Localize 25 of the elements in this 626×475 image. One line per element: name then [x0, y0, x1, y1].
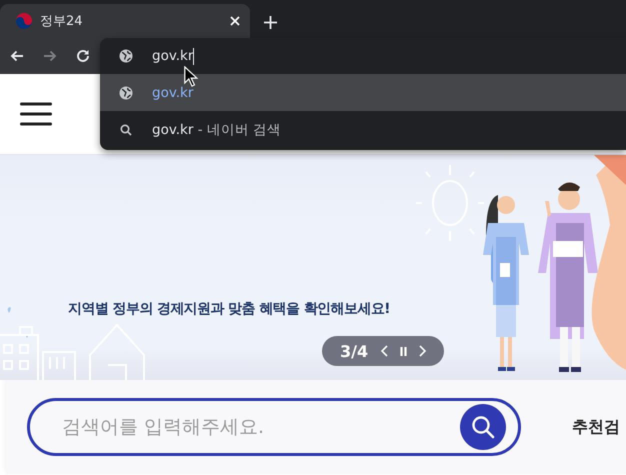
- slide-counter: 3/4: [340, 342, 368, 360]
- globe-icon: [118, 49, 132, 63]
- browser-tab[interactable]: 정부24: [0, 4, 250, 38]
- tab-title: 정부24: [40, 13, 84, 30]
- search-icon: [120, 124, 132, 136]
- search-field[interactable]: 검색어를 입력해주세요.: [27, 398, 521, 456]
- back-arrow-icon[interactable]: [9, 48, 25, 64]
- next-icon[interactable]: [419, 345, 428, 357]
- previous-icon[interactable]: [380, 345, 388, 357]
- search-icon: [471, 415, 495, 439]
- reload-icon[interactable]: [75, 48, 91, 64]
- menu-icon[interactable]: [20, 102, 52, 126]
- suggestion-item[interactable]: gov.kr: [100, 74, 626, 111]
- recommended-search-label: 추천검: [572, 416, 620, 438]
- pause-icon[interactable]: [400, 346, 408, 356]
- globe-icon: [118, 86, 132, 100]
- new-tab-plus-icon[interactable]: [264, 16, 277, 29]
- close-icon[interactable]: [230, 16, 240, 26]
- address-field[interactable]: gov.kr: [152, 48, 194, 64]
- banner-headline: 지역별 정부의 경제지원과 맞춤 혜택을 확인해보세요!: [68, 300, 390, 318]
- search-input[interactable]: 검색어를 입력해주세요.: [60, 415, 460, 439]
- suggestion-item[interactable]: gov.kr - 네이버 검색: [100, 111, 626, 148]
- mouse-pointer-icon: [184, 66, 200, 87]
- taegeuk-favicon-icon: [16, 13, 32, 29]
- search-button[interactable]: [460, 404, 506, 450]
